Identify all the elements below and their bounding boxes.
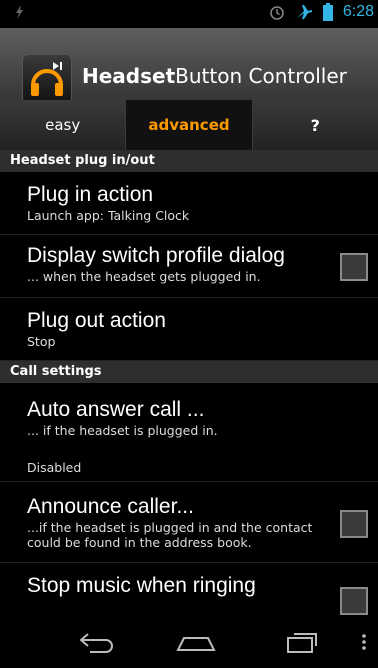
app-title: HeadsetButton Controller [82, 64, 347, 88]
auto-answer-item[interactable]: Auto answer call ... ... if the headset … [0, 383, 378, 482]
back-icon[interactable] [78, 630, 114, 654]
tab-bar: easy advanced ? [0, 100, 378, 151]
item-title: Announce caller... [27, 495, 194, 518]
section-header-plug: Headset plug in/out [0, 150, 378, 172]
signal-icon [16, 5, 23, 19]
item-summary: Stop [27, 334, 56, 349]
plug-out-action-item[interactable]: Plug out action Stop [0, 298, 378, 361]
airplane-icon [296, 5, 312, 19]
announce-caller-checkbox[interactable] [340, 510, 368, 538]
tab-easy[interactable]: easy [0, 100, 127, 150]
item-title: Plug out action [27, 309, 166, 332]
recent-apps-icon[interactable] [284, 630, 320, 654]
status-bar: 6:28 [0, 0, 378, 28]
item-summary: Launch app: Talking Clock [27, 208, 190, 223]
stop-music-checkbox[interactable] [340, 587, 368, 615]
item-summary: ... if the headset is plugged in. [27, 423, 218, 438]
navigation-bar [0, 618, 378, 668]
display-switch-checkbox[interactable] [340, 253, 368, 281]
headphones-icon[interactable] [22, 54, 72, 104]
plug-in-action-item[interactable]: Plug in action Launch app: Talking Clock [0, 172, 378, 235]
item-title: Stop music when ringing [27, 574, 256, 597]
settings-list: Headset plug in/out Plug in action Launc… [0, 150, 378, 618]
announce-caller-item[interactable]: Announce caller... ...if the headset is … [0, 482, 378, 563]
item-value: Disabled [27, 460, 82, 475]
section-header-call: Call settings [0, 361, 378, 383]
tab-help[interactable]: ? [252, 100, 378, 150]
item-summary: ... when the headset gets plugged in. [27, 269, 261, 284]
display-switch-profile-item[interactable]: Display switch profile dialog ... when t… [0, 235, 378, 298]
overflow-menu-icon[interactable] [360, 630, 368, 654]
item-summary-line1: ...if the headset is plugged in and the … [27, 520, 313, 535]
battery-icon [322, 3, 333, 21]
home-icon[interactable] [176, 630, 216, 654]
item-title: Display switch profile dialog [27, 244, 285, 267]
alarm-icon [270, 6, 284, 20]
status-time: 6:28 [342, 3, 374, 20]
item-title: Plug in action [27, 183, 154, 206]
item-title: Auto answer call ... [27, 398, 205, 421]
item-summary-line2: could be found in the address book. [27, 535, 252, 550]
tab-advanced[interactable]: advanced [126, 100, 253, 150]
stop-music-item[interactable]: Stop music when ringing [0, 563, 378, 618]
